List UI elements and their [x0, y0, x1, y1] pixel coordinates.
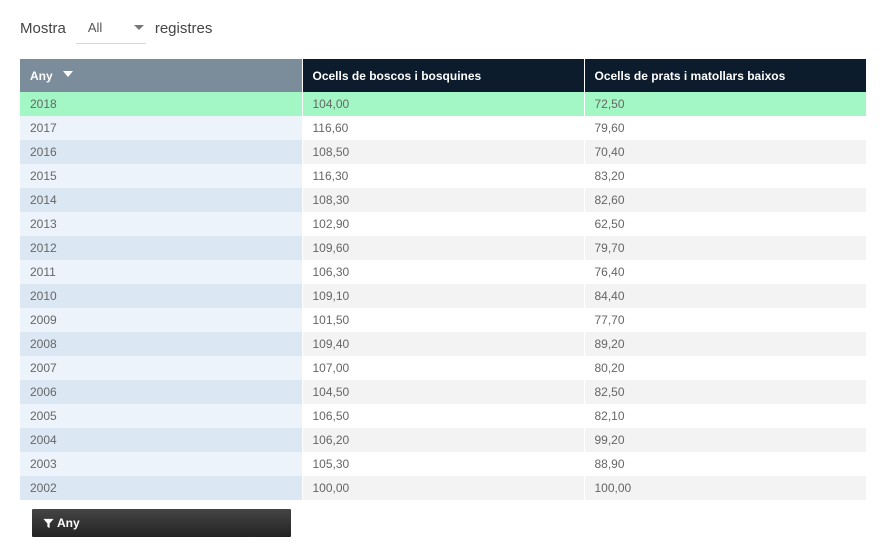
cell-year: 2005 [20, 404, 302, 428]
cell-forest-birds: 106,30 [301, 260, 584, 284]
cell-meadow-birds: 82,10 [583, 404, 866, 428]
cell-meadow-birds: 77,70 [583, 308, 866, 332]
cell-year: 2012 [20, 236, 302, 260]
table-row[interactable]: 2015 116,30 83,20 [20, 164, 866, 188]
cell-forest-birds: 109,40 [301, 332, 584, 356]
column-header-any[interactable]: Any [20, 59, 302, 92]
length-prefix-label: Mostra [20, 19, 66, 37]
cell-year: 2014 [20, 188, 302, 212]
cell-meadow-birds: 89,20 [583, 332, 866, 356]
cell-forest-birds: 107,00 [301, 356, 584, 380]
column-header-forest-birds[interactable]: Ocells de boscos i bosquines [301, 59, 584, 92]
table-row[interactable]: 2016 108,50 70,40 [20, 140, 866, 164]
cell-year: 2006 [20, 380, 302, 404]
cell-year: 2011 [20, 260, 302, 284]
table-row[interactable]: 2002 100,00 100,00 [20, 476, 866, 500]
cell-meadow-birds: 82,60 [583, 188, 866, 212]
cell-year: 2009 [20, 308, 302, 332]
cell-meadow-birds: 79,70 [583, 236, 866, 260]
table-row[interactable]: 2005 106,50 82,10 [20, 404, 866, 428]
data-table: Any Ocells de boscos i bosquines Ocells … [20, 59, 866, 500]
table-row[interactable]: 2018 104,00 72,50 [20, 92, 866, 116]
cell-meadow-birds: 84,40 [583, 284, 866, 308]
sort-descending-icon [62, 71, 73, 78]
records-per-page-value: All [87, 20, 103, 35]
cell-year: 2015 [20, 164, 302, 188]
cell-forest-birds: 116,30 [301, 164, 584, 188]
cell-year: 2017 [20, 116, 302, 140]
cell-meadow-birds: 82,50 [583, 380, 866, 404]
table-row[interactable]: 2017 116,60 79,60 [20, 116, 866, 140]
length-menu: Mostra All registres [20, 12, 212, 44]
cell-forest-birds: 101,50 [301, 308, 584, 332]
cell-year: 2004 [20, 428, 302, 452]
table-row[interactable]: 2003 105,30 88,90 [20, 452, 866, 476]
cell-meadow-birds: 79,60 [583, 116, 866, 140]
cell-meadow-birds: 100,00 [583, 476, 866, 500]
cell-forest-birds: 100,00 [301, 476, 584, 500]
cell-forest-birds: 116,60 [301, 116, 584, 140]
cell-forest-birds: 109,10 [301, 284, 584, 308]
cell-meadow-birds: 88,90 [583, 452, 866, 476]
column-header-label: Ocells de boscos i bosquines [312, 68, 482, 83]
cell-year: 2003 [20, 452, 302, 476]
filter-icon [43, 518, 54, 528]
cell-forest-birds: 106,50 [301, 404, 584, 428]
page: Mostra All registres Any Ocells de bosco… [0, 0, 888, 554]
cell-meadow-birds: 70,40 [583, 140, 866, 164]
cell-year: 2018 [20, 92, 302, 116]
table-row[interactable]: 2010 109,10 84,40 [20, 284, 866, 308]
cell-forest-birds: 108,30 [301, 188, 584, 212]
cell-meadow-birds: 62,50 [583, 212, 866, 236]
chevron-down-icon [133, 25, 144, 30]
column-header-label: Any [30, 68, 53, 83]
table-header: Any Ocells de boscos i bosquines Ocells … [20, 59, 866, 92]
cell-meadow-birds: 72,50 [583, 92, 866, 116]
records-per-page-select[interactable]: All [75, 12, 146, 44]
length-suffix-label: registres [154, 19, 213, 37]
cell-year: 2007 [20, 356, 302, 380]
cell-meadow-birds: 99,20 [583, 428, 866, 452]
table-row[interactable]: 2006 104,50 82,50 [20, 380, 866, 404]
cell-forest-birds: 102,90 [301, 212, 584, 236]
cell-forest-birds: 108,50 [301, 140, 584, 164]
table-row[interactable]: 2013 102,90 62,50 [20, 212, 866, 236]
cell-year: 2016 [20, 140, 302, 164]
cell-forest-birds: 106,20 [301, 428, 584, 452]
cell-forest-birds: 109,60 [301, 236, 584, 260]
cell-meadow-birds: 76,40 [583, 260, 866, 284]
header-row: Any Ocells de boscos i bosquines Ocells … [20, 59, 866, 92]
table-body: 2018 104,00 72,50 2017 116,60 79,60 2016 108,50… [20, 92, 866, 500]
filter-any-button[interactable]: Any [32, 509, 291, 537]
cell-year: 2010 [20, 284, 302, 308]
cell-forest-birds: 104,00 [301, 92, 584, 116]
cell-forest-birds: 105,30 [301, 452, 584, 476]
column-header-label: Ocells de prats i matollars baixos [594, 68, 786, 83]
cell-year: 2002 [20, 476, 302, 500]
table-row[interactable]: 2004 106,20 99,20 [20, 428, 866, 452]
cell-meadow-birds: 83,20 [583, 164, 866, 188]
table-row[interactable]: 2009 101,50 77,70 [20, 308, 866, 332]
cell-year: 2008 [20, 332, 302, 356]
table-row[interactable]: 2007 107,00 80,20 [20, 356, 866, 380]
filter-button-label: Any [57, 516, 80, 530]
cell-meadow-birds: 80,20 [583, 356, 866, 380]
table-row[interactable]: 2008 109,40 89,20 [20, 332, 866, 356]
cell-year: 2013 [20, 212, 302, 236]
column-header-meadow-birds[interactable]: Ocells de prats i matollars baixos [583, 59, 866, 92]
cell-forest-birds: 104,50 [301, 380, 584, 404]
table-row[interactable]: 2014 108,30 82,60 [20, 188, 866, 212]
table-row[interactable]: 2012 109,60 79,70 [20, 236, 866, 260]
table-row[interactable]: 2011 106,30 76,40 [20, 260, 866, 284]
